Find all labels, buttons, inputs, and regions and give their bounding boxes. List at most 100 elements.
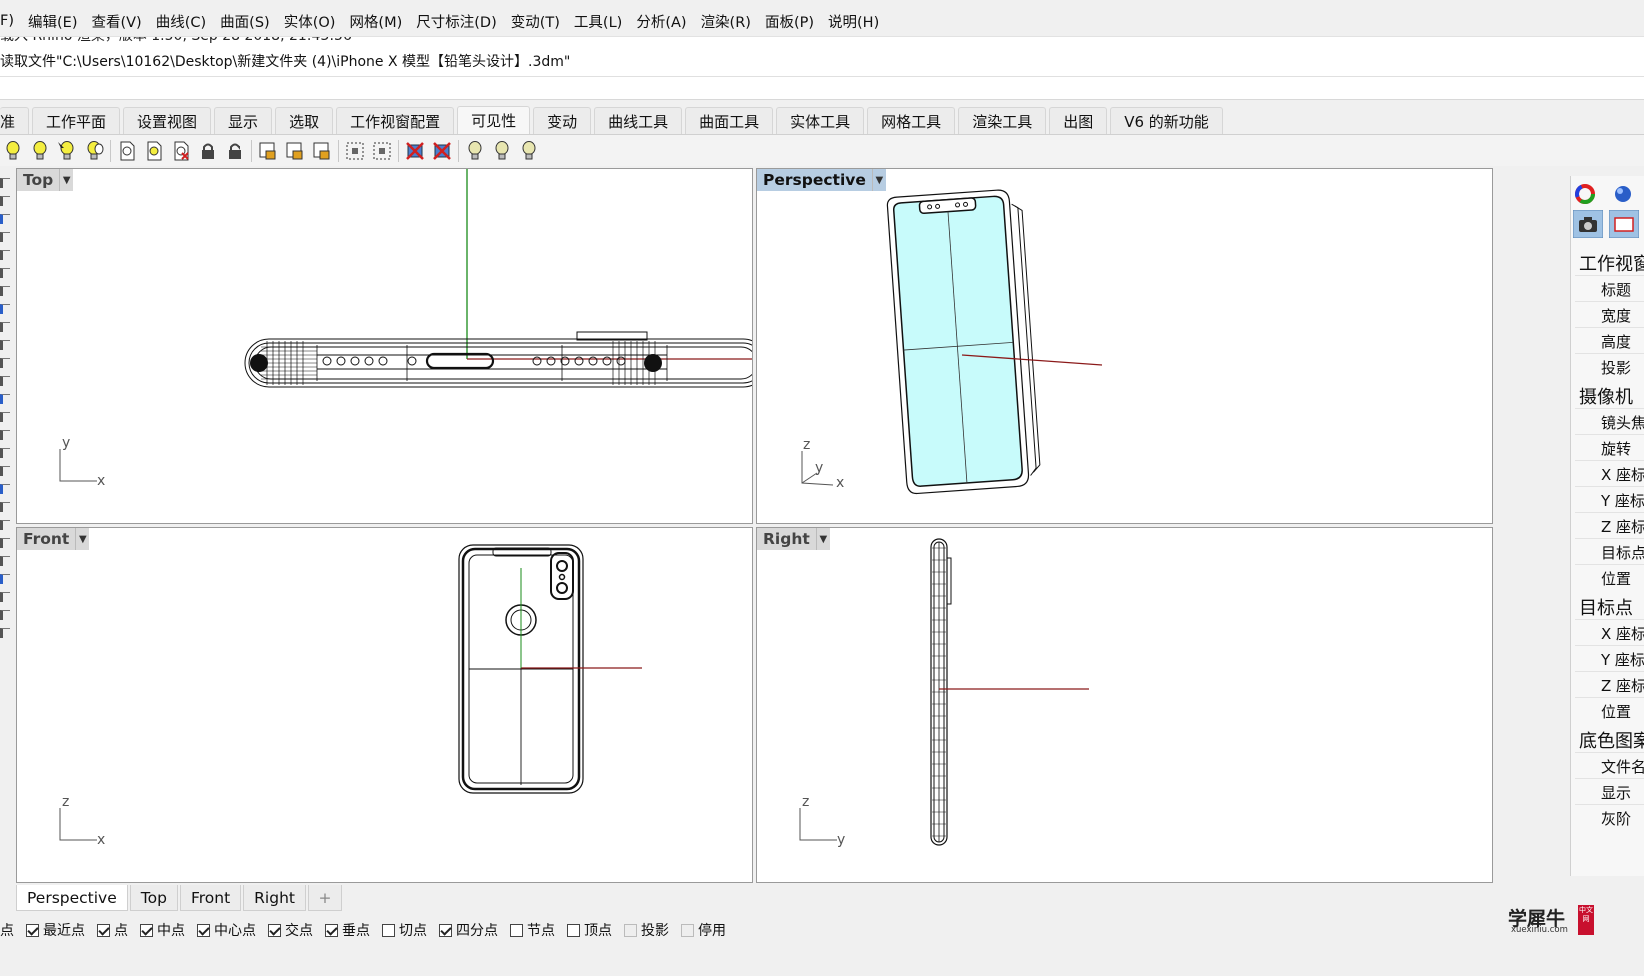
osnap-option[interactable]: 四分点 <box>439 920 498 940</box>
menu-item[interactable]: 实体(O) <box>284 11 341 32</box>
tool-icon[interactable] <box>0 538 10 548</box>
panel-section-heading[interactable]: 底色图案 <box>1579 727 1644 753</box>
toolbar-tab[interactable]: 网格工具 <box>867 107 956 134</box>
tool-icon[interactable] <box>0 232 10 242</box>
toolbar-tab[interactable]: 工作视窗配置 <box>336 107 455 134</box>
menu-item[interactable]: 说明(H) <box>828 11 884 32</box>
menu-item[interactable]: 曲面(S) <box>220 11 275 32</box>
lock-icon[interactable] <box>195 138 221 164</box>
viewport-title[interactable]: Top ▼ <box>17 169 74 191</box>
show-x-icon[interactable] <box>429 138 455 164</box>
menu-item[interactable]: F) <box>0 13 19 29</box>
menu-item[interactable]: 网格(M) <box>349 11 407 32</box>
camera-icon[interactable] <box>1573 210 1603 238</box>
tool-icon[interactable] <box>0 574 10 584</box>
menu-item[interactable]: 编辑(E) <box>28 11 82 32</box>
tool-icon[interactable] <box>0 412 10 422</box>
tool-icon[interactable] <box>0 556 10 566</box>
osnap-option[interactable]: 切点 <box>382 920 427 940</box>
bulb-gray-icon[interactable] <box>489 138 515 164</box>
tool-icon[interactable] <box>0 376 10 386</box>
toolbar-tab[interactable]: 曲线工具 <box>594 107 683 134</box>
viewport-frame-icon[interactable] <box>1609 210 1639 238</box>
lock-doc-icon[interactable] <box>255 138 281 164</box>
menu-item[interactable]: 渲染(R) <box>701 11 756 32</box>
tool-icon[interactable] <box>0 358 10 368</box>
checkbox[interactable] <box>681 923 694 937</box>
osnap-option[interactable]: 垂点 <box>325 920 370 940</box>
toolbar-tab[interactable]: 曲面工具 <box>685 107 774 134</box>
toolbar-tab[interactable]: 出图 <box>1049 107 1108 134</box>
menu-item[interactable]: 面板(P) <box>765 11 819 32</box>
tool-icon[interactable] <box>0 430 10 440</box>
viewport-perspective[interactable]: z y x Perspective ▼ <box>756 168 1493 524</box>
osnap-option[interactable]: 点 <box>0 920 14 940</box>
viewport-title[interactable]: Perspective ▼ <box>757 169 886 191</box>
menu-item[interactable]: 曲线(C) <box>156 11 211 32</box>
viewport-title[interactable]: Front ▼ <box>17 528 90 550</box>
toolbar-tab[interactable]: 准 <box>0 107 30 134</box>
material-sphere-icon[interactable] <box>1609 180 1639 208</box>
chevron-down-icon[interactable]: ▼ <box>871 169 886 191</box>
checkbox[interactable] <box>268 923 281 937</box>
tool-icon[interactable] <box>0 340 10 350</box>
osnap-option[interactable]: 最近点 <box>26 920 85 940</box>
tool-icon[interactable] <box>0 250 10 260</box>
document-lit-icon[interactable] <box>141 138 167 164</box>
tool-icon[interactable] <box>0 304 10 314</box>
checkbox[interactable] <box>382 923 395 937</box>
tool-icon[interactable] <box>0 484 10 494</box>
toolbar-tab[interactable]: 选取 <box>275 107 334 134</box>
document-x-icon[interactable] <box>168 138 194 164</box>
osnap-option[interactable]: 交点 <box>268 920 313 940</box>
toolbar-tab[interactable]: 可见性 <box>457 106 531 134</box>
checkbox[interactable] <box>26 923 39 937</box>
menu-item[interactable]: 工具(L) <box>574 11 627 32</box>
toolbar-tab[interactable]: 显示 <box>214 107 273 134</box>
tool-icon[interactable] <box>0 322 10 332</box>
chevron-down-icon[interactable]: ▼ <box>75 528 90 550</box>
select-box-icon[interactable] <box>342 138 368 164</box>
checkbox[interactable] <box>567 923 580 937</box>
viewport-tab[interactable]: Front <box>179 885 242 911</box>
viewport-right[interactable]: z y Right ▼ <box>756 527 1493 883</box>
color-wheel-icon[interactable] <box>1571 180 1601 208</box>
menu-item[interactable]: 尺寸标注(D) <box>416 11 501 32</box>
osnap-option[interactable]: 停用 <box>681 920 726 940</box>
chevron-down-icon[interactable]: ▼ <box>815 528 830 550</box>
viewport-tab[interactable]: Top <box>129 885 178 911</box>
tool-icon[interactable] <box>0 628 10 638</box>
toolbar-tab[interactable]: 实体工具 <box>776 107 865 134</box>
panel-section-heading[interactable]: 工作视窗 <box>1579 250 1644 276</box>
checkbox[interactable] <box>140 923 153 937</box>
toolbar-tab[interactable]: 渲染工具 <box>958 107 1047 134</box>
panel-section-heading[interactable]: 摄像机 <box>1579 383 1633 409</box>
viewport-front[interactable]: z x Front ▼ <box>16 527 753 883</box>
bulb-icon[interactable] <box>0 138 26 164</box>
osnap-option[interactable]: 顶点 <box>567 920 612 940</box>
add-viewport-tab-button[interactable]: + <box>307 885 342 911</box>
lock-doc-cursor-icon[interactable] <box>282 138 308 164</box>
osnap-option[interactable]: 节点 <box>510 920 555 940</box>
tool-icon[interactable] <box>0 286 10 296</box>
tool-icon[interactable] <box>0 466 10 476</box>
tool-icon[interactable] <box>0 502 10 512</box>
tool-icon[interactable] <box>0 520 10 530</box>
tool-icon[interactable] <box>0 394 10 404</box>
viewport-top[interactable]: y x Top ▼ <box>16 168 753 524</box>
tool-icon[interactable] <box>0 178 10 188</box>
tool-icon[interactable] <box>0 268 10 278</box>
panel-section-heading[interactable]: 目标点 <box>1579 594 1633 620</box>
checkbox[interactable] <box>97 923 110 937</box>
bulb-gray-icon[interactable] <box>516 138 542 164</box>
checkbox[interactable] <box>325 923 338 937</box>
tool-icon[interactable] <box>0 592 10 602</box>
checkbox[interactable] <box>439 923 452 937</box>
chevron-down-icon[interactable]: ▼ <box>59 169 74 191</box>
menu-item[interactable]: 查看(V) <box>91 11 146 32</box>
bulb-gray-icon[interactable] <box>462 138 488 164</box>
select-grid-icon[interactable] <box>369 138 395 164</box>
bulb-icon[interactable] <box>27 138 53 164</box>
command-input[interactable] <box>0 76 1644 100</box>
viewport-tab[interactable]: Perspective <box>16 885 128 911</box>
